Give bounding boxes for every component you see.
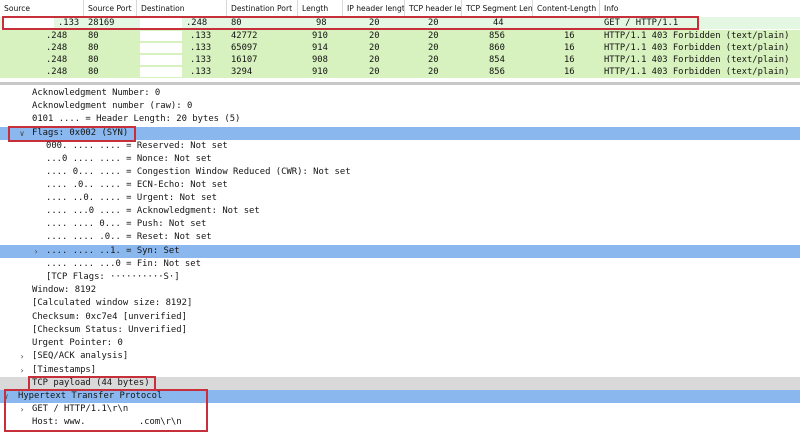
highlight-box-http [4, 389, 208, 432]
cell-source-port: 80 [88, 67, 99, 77]
cell-tcp-header-len: 20 [428, 31, 439, 41]
tree-item-ack-number-raw[interactable]: Acknowledgment number (raw): 0 [0, 100, 800, 113]
highlight-box-request-row [2, 16, 699, 30]
cell-tcp-header-len: 20 [428, 55, 439, 65]
cell-tcp-header-len: 20 [428, 67, 439, 77]
tree-item-seq-ack-analysis[interactable]: › [SEQ/ACK analysis] [0, 350, 800, 363]
redacted-address [140, 67, 182, 77]
cell-destination-port: 3294 [231, 67, 253, 77]
redacted-address [140, 55, 182, 65]
column-header-content-length[interactable]: Content-Length [533, 0, 600, 17]
column-header-length[interactable]: Length [298, 0, 343, 17]
cell-content-length: 16 [564, 43, 575, 53]
chevron-right-icon[interactable]: › [18, 364, 26, 377]
redacted-address [140, 31, 182, 41]
tree-item-flag-syn[interactable]: › .... .... ..1. = Syn: Set [0, 245, 800, 258]
cell-content-length: 16 [564, 31, 575, 41]
column-header-tcp-segment-len[interactable]: TCP Segment Len [462, 0, 533, 17]
cell-ip-header-length: 20 [369, 55, 380, 65]
cell-destination: .133 [190, 55, 212, 65]
tree-item-header-length[interactable]: 0101 .... = Header Length: 20 bytes (5) [0, 113, 800, 126]
column-header-destination-port[interactable]: Destination Port [227, 0, 298, 17]
cell-ip-header-length: 20 [369, 43, 380, 53]
tree-item-tcp-flags[interactable]: [TCP Flags: ··········S·] [0, 271, 800, 284]
tree-item-flag-reserved[interactable]: 000. .... .... = Reserved: Not set [0, 140, 800, 153]
packet-row[interactable]: .248 80 .133 3294 910 20 20 856 16 HTTP/… [0, 66, 800, 78]
cell-ip-header-length: 20 [369, 31, 380, 41]
tree-item-window[interactable]: Window: 8192 [0, 284, 800, 297]
column-header-source-port[interactable]: Source Port [84, 0, 137, 17]
cell-source-port: 80 [88, 43, 99, 53]
tree-item-flag-nonce[interactable]: ...0 .... .... = Nonce: Not set [0, 153, 800, 166]
tree-item-flag-fin[interactable]: .... .... ...0 = Fin: Not set [0, 258, 800, 271]
cell-length: 910 [312, 31, 328, 41]
cell-tcp-header-len: 20 [428, 43, 439, 53]
column-header-ip-header-length[interactable]: IP header length [343, 0, 405, 17]
cell-tcp-segment-len: 856 [489, 31, 505, 41]
packet-row[interactable]: .248 80 .133 65097 914 20 20 860 16 HTTP… [0, 42, 800, 54]
packet-list[interactable]: Source Source Port Destination Destinati… [0, 0, 800, 82]
cell-destination-port: 42772 [231, 31, 258, 41]
cell-source-port: 80 [88, 55, 99, 65]
cell-destination: .133 [190, 67, 212, 77]
cell-info: HTTP/1.1 403 Forbidden (text/plain) [604, 43, 790, 53]
cell-destination: .133 [190, 31, 212, 41]
redacted-address [140, 43, 182, 53]
tree-item-flag-ecn-echo[interactable]: .... .0.. .... = ECN-Echo: Not set [0, 179, 800, 192]
cell-destination-port: 16107 [231, 55, 258, 65]
cell-info: HTTP/1.1 403 Forbidden (text/plain) [604, 31, 790, 41]
packet-details-tree[interactable]: Acknowledgment Number: 0 Acknowledgment … [0, 82, 800, 433]
column-header-info[interactable]: Info [600, 0, 800, 17]
cell-length: 908 [312, 55, 328, 65]
cell-source: .248 [46, 43, 68, 53]
tree-item-flag-reset[interactable]: .... .... .0.. = Reset: Not set [0, 231, 800, 244]
tree-item-flag-urgent[interactable]: .... ..0. .... = Urgent: Not set [0, 192, 800, 205]
cell-tcp-segment-len: 860 [489, 43, 505, 53]
column-header-tcp-header-len[interactable]: TCP header len [405, 0, 462, 17]
tree-item-calculated-window[interactable]: [Calculated window size: 8192] [0, 297, 800, 310]
cell-length: 910 [312, 67, 328, 77]
cell-source: .248 [46, 31, 68, 41]
cell-content-length: 16 [564, 67, 575, 77]
tree-item-ack-number[interactable]: Acknowledgment Number: 0 [0, 87, 800, 100]
tree-item-checksum-status[interactable]: [Checksum Status: Unverified] [0, 324, 800, 337]
chevron-right-icon[interactable]: › [18, 350, 26, 363]
column-header-destination[interactable]: Destination [137, 0, 227, 17]
packet-row[interactable]: .248 80 .133 16107 908 20 20 854 16 HTTP… [0, 54, 800, 66]
chevron-right-icon[interactable]: › [32, 245, 40, 258]
tree-item-checksum[interactable]: Checksum: 0xc7e4 [unverified] [0, 311, 800, 324]
cell-info: HTTP/1.1 403 Forbidden (text/plain) [604, 67, 790, 77]
cell-tcp-segment-len: 856 [489, 67, 505, 77]
column-header-source[interactable]: Source [0, 0, 84, 17]
cell-source: .248 [46, 55, 68, 65]
tree-item-urgent-pointer[interactable]: Urgent Pointer: 0 [0, 337, 800, 350]
cell-source-port: 80 [88, 31, 99, 41]
tree-item-flag-cwr[interactable]: .... 0... .... = Congestion Window Reduc… [0, 166, 800, 179]
cell-length: 914 [312, 43, 328, 53]
cell-source: .248 [46, 67, 68, 77]
cell-tcp-segment-len: 854 [489, 55, 505, 65]
cell-info: HTTP/1.1 403 Forbidden (text/plain) [604, 55, 790, 65]
tree-item-flag-acknowledgment[interactable]: .... ...0 .... = Acknowledgment: Not set [0, 205, 800, 218]
cell-ip-header-length: 20 [369, 67, 380, 77]
cell-destination-port: 65097 [231, 43, 258, 53]
cell-content-length: 16 [564, 55, 575, 65]
tree-item-flag-push[interactable]: .... .... 0... = Push: Not set [0, 218, 800, 231]
cell-destination: .133 [190, 43, 212, 53]
packet-row[interactable]: .248 80 .133 42772 910 20 20 856 16 HTTP… [0, 30, 800, 42]
